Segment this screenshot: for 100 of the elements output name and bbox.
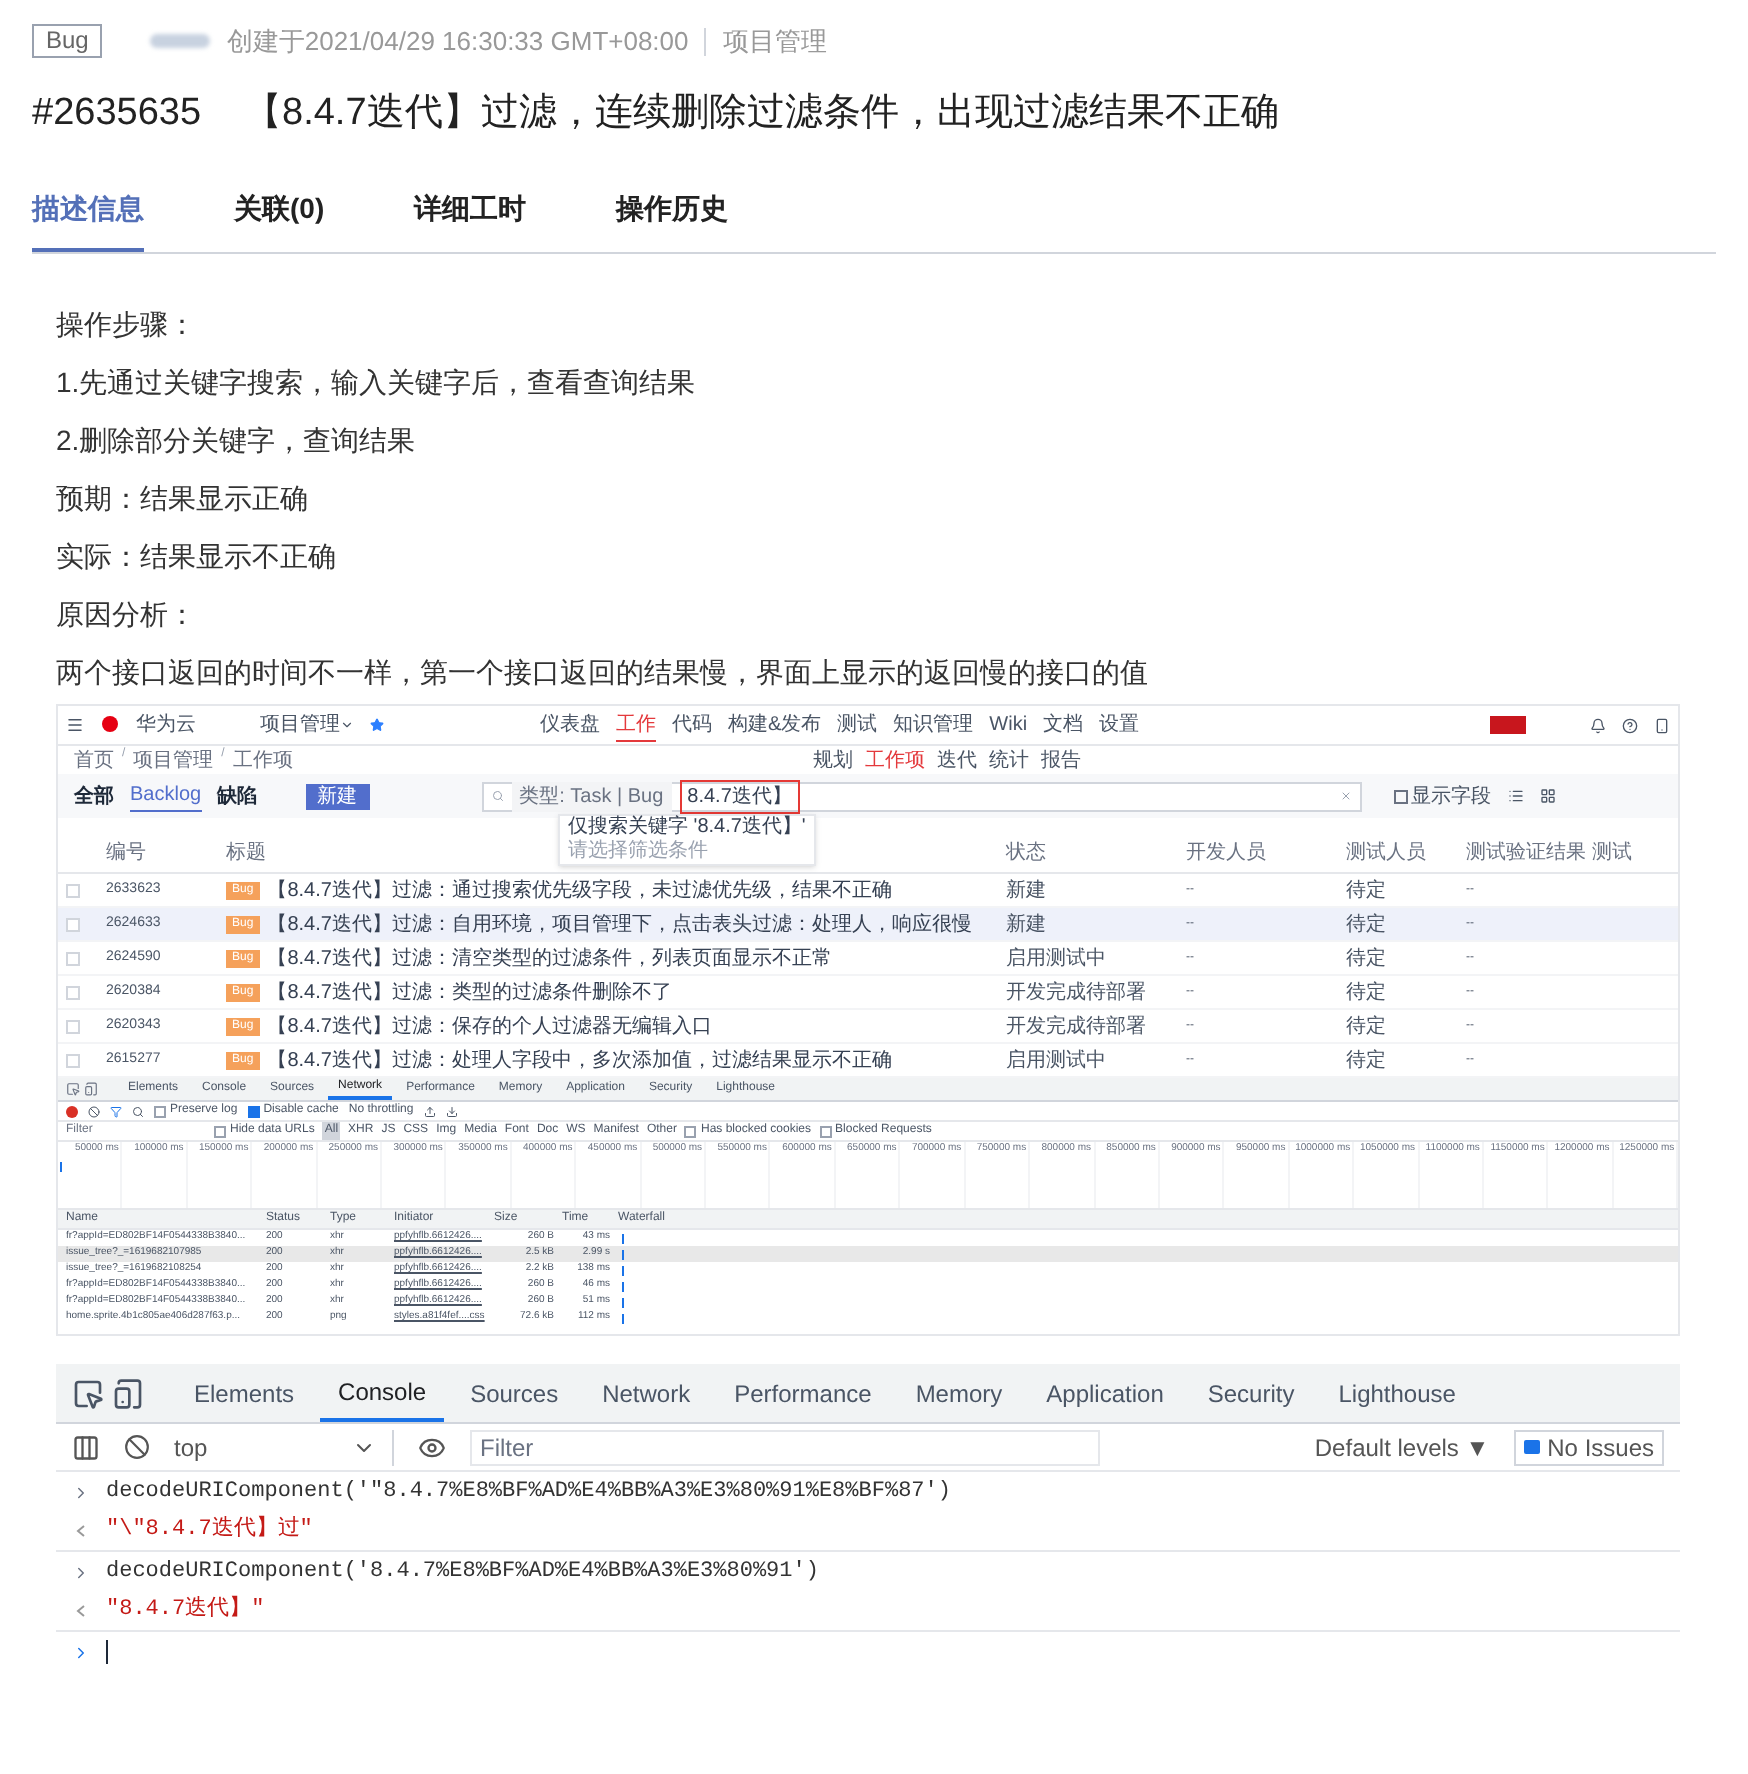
column-header: 状态	[1006, 839, 1046, 868]
eye-icon[interactable]	[418, 1433, 446, 1461]
tab[interactable]: 详细工时	[414, 188, 527, 252]
download-icon[interactable]	[445, 1105, 458, 1117]
devtools-tab[interactable]: Memory	[897, 1364, 1021, 1422]
filter-field[interactable]: Filter	[470, 1429, 1100, 1465]
menu-icon[interactable]	[66, 716, 84, 734]
nav-item[interactable]: 知识管理	[893, 709, 974, 741]
devtools-tab[interactable]: Elements	[176, 1364, 313, 1422]
nav-item[interactable]: 测试	[837, 709, 878, 741]
nav-item[interactable]: Wiki	[989, 709, 1028, 741]
device-toolbar-icon[interactable]	[112, 1377, 144, 1409]
star-icon[interactable]	[370, 718, 384, 732]
created-time: 创建于2021/04/29 16:30:33 GMT+08:00	[226, 24, 689, 60]
input-prompt-icon	[72, 1483, 90, 1501]
inspect-icon[interactable]	[66, 1082, 80, 1096]
nav-item[interactable]: 设置	[1099, 709, 1140, 741]
devtools-tab[interactable]: Performance	[716, 1364, 890, 1422]
row-checkbox[interactable]	[66, 1053, 80, 1067]
table-cell-text: 待定	[1346, 945, 1388, 973]
help-icon[interactable]	[1622, 717, 1638, 733]
table-cell-text: 开发完成待部署	[1006, 1013, 1148, 1041]
record-icon[interactable]	[66, 1105, 78, 1117]
table-cell-text: 【8.4.7迭代】过滤：保存的个人过滤器无编辑入口	[267, 1013, 712, 1041]
search-icon[interactable]	[132, 1105, 144, 1117]
checkbox[interactable]	[684, 1125, 697, 1137]
clear-icon[interactable]	[88, 1105, 100, 1117]
devtools-tab[interactable]: Network	[584, 1364, 709, 1422]
checkbox[interactable]	[819, 1125, 832, 1137]
nav-item[interactable]: 仪表盘	[540, 709, 600, 741]
subnav-item[interactable]: 报告	[1040, 745, 1081, 775]
subnav-item[interactable]: 规划	[812, 745, 853, 775]
breadcrumb-item[interactable]: 项目管理	[133, 745, 214, 775]
suggestion-hint: 请选择筛选条件	[568, 840, 710, 864]
context-select[interactable]: top	[174, 1429, 394, 1465]
tab[interactable]: 操作历史	[616, 188, 729, 252]
subnav-item[interactable]: 统计	[988, 745, 1029, 775]
issue-id: #2635635	[32, 89, 204, 137]
row-checkbox[interactable]	[66, 951, 80, 965]
devtools-tab[interactable]: Application	[1028, 1364, 1182, 1422]
nav-item[interactable]: 代码	[672, 709, 712, 741]
devtools-tab[interactable]: Lighthouse	[1320, 1364, 1474, 1422]
upload-icon[interactable]	[423, 1105, 436, 1117]
column-header: 测试验证结果 测试	[1466, 839, 1632, 868]
table-cell-text: 待定	[1346, 911, 1388, 939]
row-checkbox[interactable]	[66, 917, 80, 931]
devtools-tab[interactable]: Security	[1189, 1364, 1313, 1422]
phone-icon[interactable]	[1654, 717, 1670, 733]
search-field[interactable]: 类型: Task | Bug 8.4.7迭代】	[481, 781, 1362, 811]
grid-view-icon[interactable]	[1539, 788, 1556, 804]
show-fields[interactable]: 显示字段	[1393, 781, 1492, 811]
breadcrumb-item[interactable]: 首页	[74, 745, 114, 775]
row-checkbox[interactable]	[66, 985, 80, 999]
bug-badge: Bug	[32, 24, 103, 59]
table-cell-text: 【8.4.7迭代】过滤：类型的过滤条件删除不了	[267, 979, 672, 1007]
subnav-item[interactable]: 工作项	[864, 745, 925, 775]
console-result-text: "\"8.4.7迭代】过"	[106, 1514, 313, 1547]
clear-console-icon[interactable]	[124, 1434, 150, 1460]
devtools-tab[interactable]: Sources	[452, 1364, 577, 1422]
device-toolbar-icon[interactable]	[84, 1082, 98, 1096]
input-prompt-icon	[72, 1563, 90, 1581]
column-header: 编号	[106, 839, 146, 868]
breadcrumb-item[interactable]: 工作项	[232, 745, 293, 775]
column-header: 标题	[226, 839, 266, 868]
view-tab[interactable]: Backlog	[130, 780, 202, 812]
new-button[interactable]: 新建	[305, 783, 370, 809]
tab[interactable]: 描述信息	[32, 188, 144, 252]
project-menu[interactable]: 项目管理	[260, 710, 354, 740]
suggestion-item[interactable]: 仅搜索关键字 '8.4.7迭代】'	[568, 816, 806, 840]
timeline-mark	[60, 1162, 62, 1172]
row-checkbox[interactable]	[66, 883, 80, 897]
issue-title: 【8.4.7迭代】过滤，连续删除过滤条件，出现过滤结果不正确	[244, 89, 1279, 137]
tab[interactable]: 关联(0)	[234, 188, 325, 252]
table-cell-text: 【8.4.7迭代】过滤：清空类型的过滤条件，列表页面显示不正常	[267, 945, 832, 973]
list-view-icon[interactable]	[1507, 788, 1524, 804]
bell-icon[interactable]	[1590, 717, 1606, 733]
table-cell-text: 新建	[1006, 911, 1048, 939]
devtools-tab[interactable]: Console	[320, 1364, 445, 1422]
sidebar-toggle-icon[interactable]	[72, 1433, 100, 1461]
nav-item[interactable]: 文档	[1043, 709, 1084, 741]
checkbox[interactable]	[214, 1125, 226, 1137]
subnav-item[interactable]: 迭代	[936, 745, 977, 775]
filter-icon[interactable]	[110, 1105, 122, 1117]
row-checkbox[interactable]	[66, 1019, 80, 1033]
checkbox[interactable]	[154, 1105, 166, 1117]
description-line: 预期：结果显示正确	[56, 480, 310, 518]
issues-button[interactable]: No Issues	[1513, 1429, 1664, 1465]
nav-item[interactable]: 构建&发布	[728, 709, 822, 741]
table-cell-text: 待定	[1346, 877, 1388, 905]
view-tab[interactable]: 缺陷	[217, 781, 258, 811]
description-line: 两个接口返回的时间不一样，第一个接口返回的结果慢，界面上显示的返回慢的接口的值	[56, 654, 1150, 692]
nav-item[interactable]: 工作	[616, 709, 656, 741]
table-cell-text: 【8.4.7迭代】过滤：自用环境，项目管理下，点击表头过滤：处理人，响应很慢	[267, 911, 972, 939]
levels-select[interactable]: Default levels ▼	[1314, 1429, 1490, 1465]
inspect-icon[interactable]	[72, 1377, 104, 1409]
project-name: 项目管理	[722, 24, 827, 60]
avatar-blur	[150, 34, 211, 49]
view-tab[interactable]: 全部	[74, 781, 114, 811]
checkbox[interactable]	[247, 1105, 260, 1117]
chevron-down-icon	[340, 718, 354, 732]
